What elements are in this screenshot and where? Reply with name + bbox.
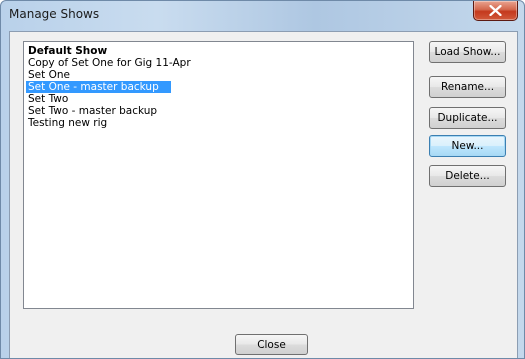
duplicate-button[interactable]: Duplicate... xyxy=(429,107,506,129)
load-show-button[interactable]: Load Show... xyxy=(429,41,506,63)
rename-button[interactable]: Rename... xyxy=(429,76,506,98)
dialog-body: Default Show Copy of Set One for Gig 11-… xyxy=(9,31,518,358)
show-list-item[interactable]: Set One - master backup xyxy=(26,81,171,93)
delete-button[interactable]: Delete... xyxy=(429,165,506,187)
show-list-item[interactable]: Default Show xyxy=(26,45,171,57)
window-title: Manage Shows xyxy=(9,7,100,21)
show-list-item[interactable]: Copy of Set One for Gig 11-Apr xyxy=(26,57,191,69)
close-icon xyxy=(489,5,502,16)
manage-shows-window: Manage Shows Default Show Copy of Set On… xyxy=(0,0,525,359)
close-button[interactable]: Close xyxy=(235,334,308,355)
show-list-item[interactable]: Set Two - master backup xyxy=(26,105,171,117)
title-bar[interactable]: Manage Shows xyxy=(1,1,524,27)
show-list-item[interactable]: Testing new rig xyxy=(26,117,171,129)
show-list-item[interactable]: Set One xyxy=(26,69,171,81)
shows-listbox[interactable]: Default Show Copy of Set One for Gig 11-… xyxy=(23,41,414,309)
window-close-button[interactable] xyxy=(473,1,518,21)
show-list-item[interactable]: Set Two xyxy=(26,93,171,105)
new-button[interactable]: New... xyxy=(429,135,506,157)
